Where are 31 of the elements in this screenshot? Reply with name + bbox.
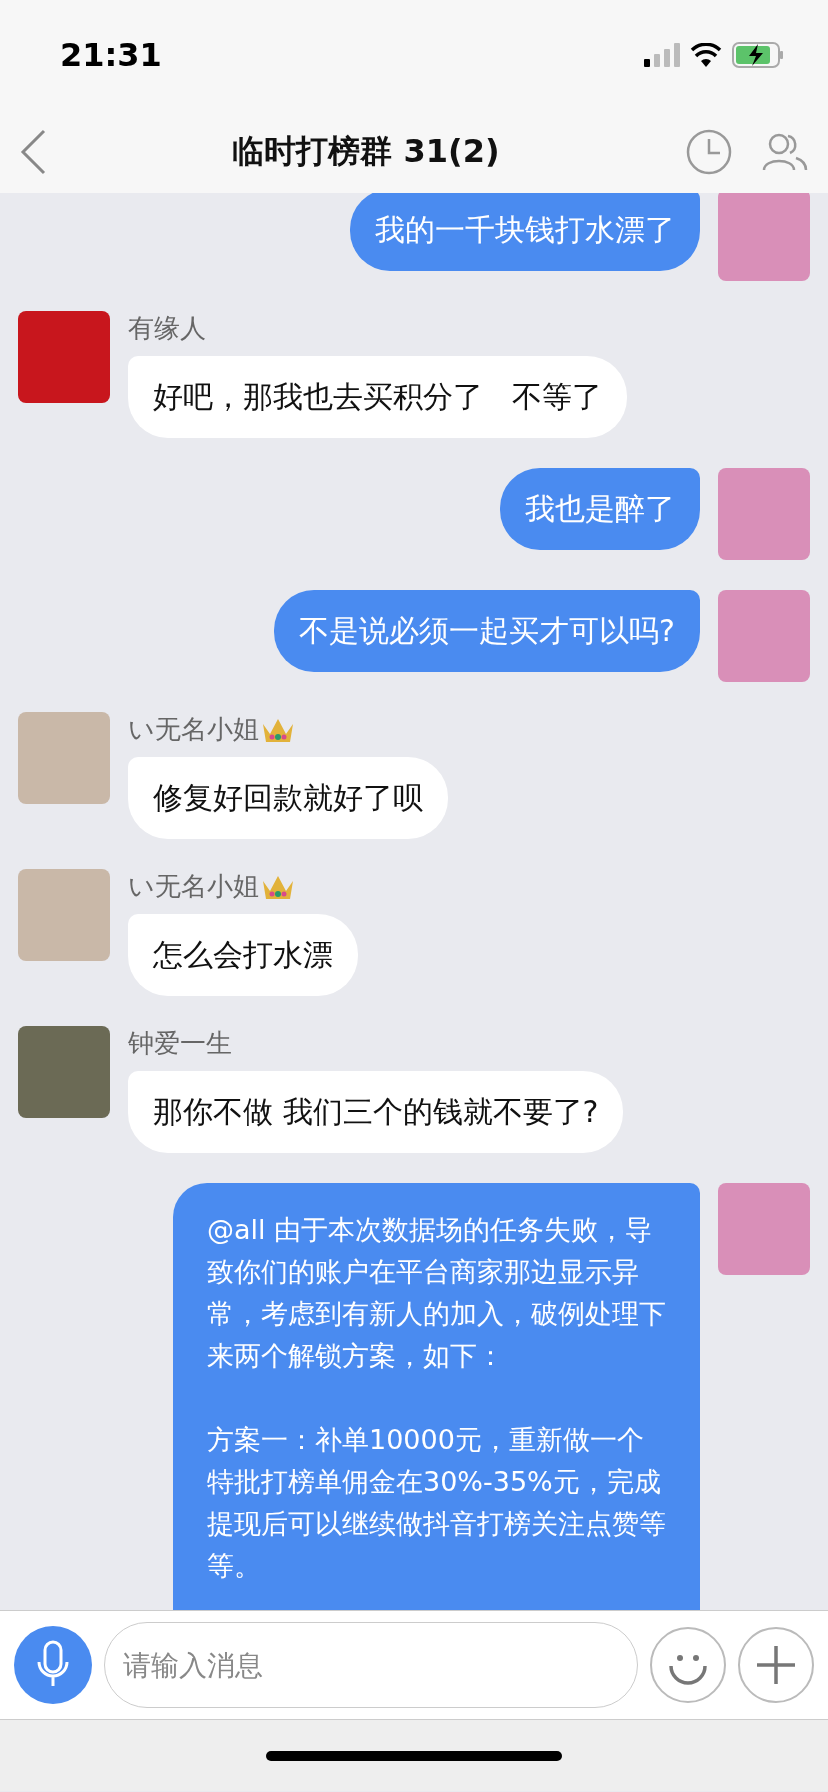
wifi-icon <box>690 43 722 67</box>
message-bubble: 我的一千块钱打水漂了 <box>350 193 700 271</box>
message-bubble: 怎么会打水漂 <box>128 914 358 996</box>
sender-name: 有缘人 <box>128 312 206 345</box>
message-bubble: 那你不做 我们三个的钱就不要了? <box>128 1071 624 1153</box>
avatar[interactable] <box>18 712 110 804</box>
status-time: 21:31 <box>60 36 162 74</box>
sender-name: 钟爱一生 <box>128 1027 232 1060</box>
signal-icon <box>644 43 680 67</box>
members-icon[interactable] <box>762 131 808 172</box>
avatar[interactable] <box>18 1026 110 1118</box>
message-input[interactable]: 请输入消息 <box>104 1622 638 1708</box>
message-bubble: 好吧，那我也去买积分了 不等了 <box>128 356 627 438</box>
message-bubble: 修复好回款就好了呗 <box>128 757 448 839</box>
plus-icon <box>755 1644 797 1686</box>
back-icon[interactable] <box>20 128 46 175</box>
message-paragraph: 方案一：补单10000元，重新做一个特批打榜单佣金在30%-35%元，完成提现后可以继续做抖音打榜关注点赞等等。 <box>207 1423 667 1583</box>
avatar[interactable] <box>18 311 110 403</box>
message-paragraph: @all 由于本次数据场的任务失败，导致你们的账户在平台商家那边显示异常，考虑到有新人的加入，破例处理下来两个解锁方案，如下： <box>207 1213 667 1373</box>
message-bubble: 我也是醉了 <box>500 468 700 550</box>
battery-icon <box>732 42 784 68</box>
sender-name: い无名小姐 <box>128 870 259 903</box>
sender-name: い无名小姐 <box>128 713 259 746</box>
clock-icon[interactable] <box>686 128 732 175</box>
chat-title: 临时打榜群 31(2) <box>231 130 501 172</box>
message-bubble: 不是说必须一起买才可以吗? <box>274 590 700 672</box>
avatar[interactable] <box>718 193 810 281</box>
avatar[interactable] <box>718 1183 810 1275</box>
avatar[interactable] <box>718 590 810 682</box>
avatar[interactable] <box>718 468 810 560</box>
avatar[interactable] <box>18 869 110 961</box>
